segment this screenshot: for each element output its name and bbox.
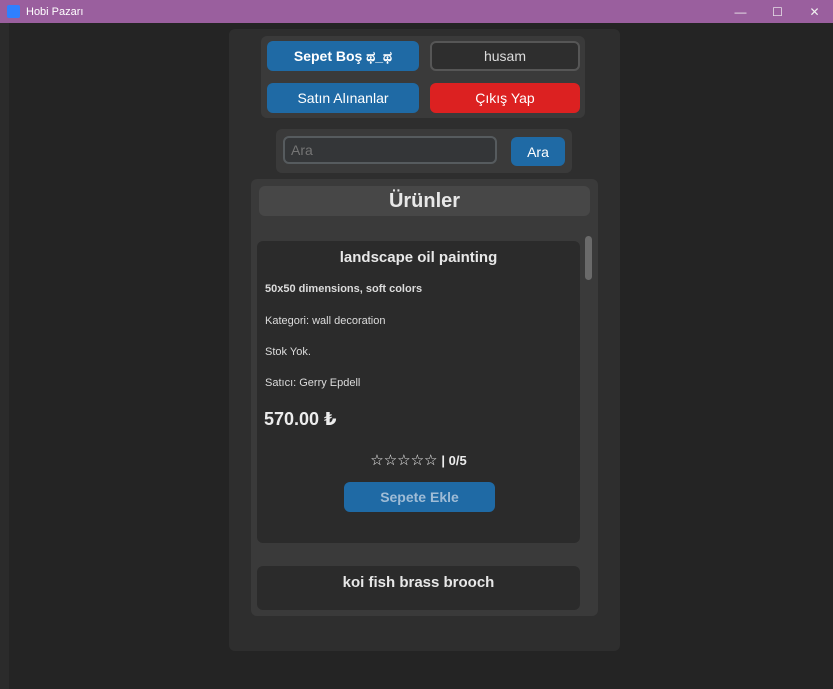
products-heading: Ürünler bbox=[259, 186, 590, 216]
product-title: landscape oil painting bbox=[339, 249, 498, 266]
app-window: Sepet Boş ಥ_ಥ husam Satın Alınanlar Çıkı… bbox=[9, 23, 833, 689]
product-title: koi fish brass brooch bbox=[342, 574, 495, 591]
app-icon bbox=[7, 5, 20, 18]
window-title: Hobi Pazarı bbox=[26, 5, 84, 18]
account-toolbar: Sepet Boş ಥ_ಥ husam Satın Alınanlar Çıkı… bbox=[261, 36, 585, 118]
main-panel: Sepet Boş ಥ_ಥ husam Satın Alınanlar Çıkı… bbox=[229, 29, 620, 651]
product-price: 570.00 ₺ bbox=[264, 409, 337, 429]
logout-button[interactable]: Çıkış Yap bbox=[430, 83, 580, 113]
user-button[interactable]: husam bbox=[430, 41, 580, 71]
title-bar: Hobi Pazarı — ☐ ✕ bbox=[0, 0, 833, 23]
product-rating: ☆☆☆☆☆ | 0/5 bbox=[257, 451, 580, 469]
product-stock: Stok Yok. bbox=[265, 346, 311, 358]
minimize-button[interactable]: — bbox=[722, 0, 759, 23]
add-to-cart-button[interactable]: Sepete Ekle bbox=[344, 482, 495, 512]
product-seller: Satıcı: Gerry Epdell bbox=[265, 377, 361, 389]
rating-score: | 0/5 bbox=[441, 453, 467, 468]
search-input[interactable] bbox=[283, 136, 497, 164]
cart-button[interactable]: Sepet Boş ಥ_ಥ bbox=[267, 41, 419, 71]
search-button[interactable]: Ara bbox=[511, 137, 565, 166]
product-category: Kategori: wall decoration bbox=[265, 315, 386, 327]
product-card: koi fish brass brooch bbox=[257, 566, 580, 610]
search-bar: Ara bbox=[276, 129, 572, 173]
maximize-button[interactable]: ☐ bbox=[759, 0, 796, 23]
products-list[interactable]: Ürünler landscape oil painting 50x50 dim… bbox=[251, 179, 598, 616]
window-controls: — ☐ ✕ bbox=[722, 0, 833, 23]
product-description: 50x50 dimensions, soft colors bbox=[265, 283, 423, 295]
purchased-button[interactable]: Satın Alınanlar bbox=[267, 83, 419, 113]
close-button[interactable]: ✕ bbox=[796, 0, 833, 23]
product-card: landscape oil painting 50x50 dimensions,… bbox=[257, 241, 580, 543]
scrollbar[interactable] bbox=[585, 236, 592, 280]
star-rating-icon[interactable]: ☆☆☆☆☆ bbox=[370, 452, 437, 469]
